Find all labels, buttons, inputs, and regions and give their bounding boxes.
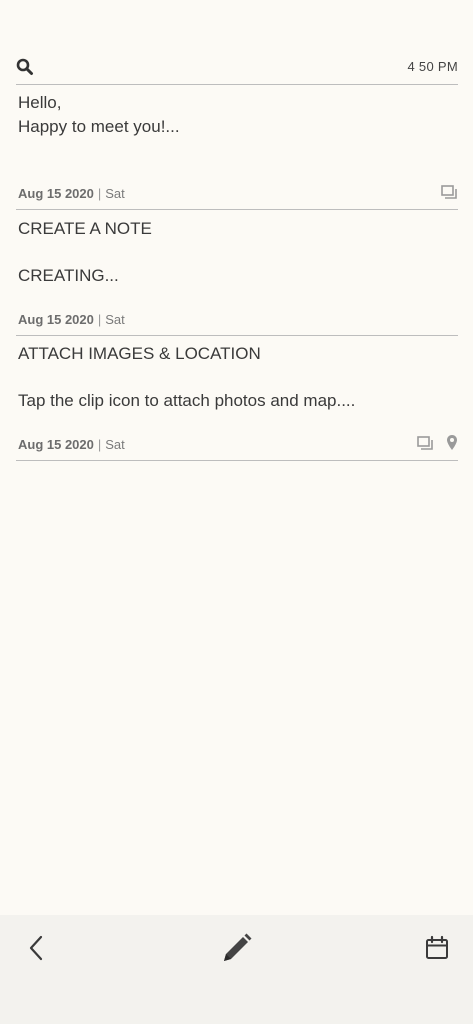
calendar-button[interactable] bbox=[421, 931, 453, 965]
note-preview: ATTACH IMAGES & LOCATION Tap the clip ic… bbox=[18, 342, 458, 413]
note-line: Happy to meet you!... bbox=[18, 117, 180, 136]
note-meta: Aug 15 2020 | Sat bbox=[18, 186, 125, 201]
note-preview: Hello, Happy to meet you!... bbox=[18, 91, 458, 139]
note-line: Hello, bbox=[18, 93, 62, 112]
note-line: CREATING... bbox=[18, 266, 119, 285]
bottom-toolbar bbox=[0, 915, 473, 1024]
status-time: 4 50 PM bbox=[407, 59, 458, 74]
header: 4 50 PM bbox=[16, 54, 458, 85]
search-icon bbox=[16, 58, 33, 75]
pencil-icon bbox=[224, 933, 252, 961]
note-date: Aug 15 2020 bbox=[18, 437, 94, 452]
meta-separator: | bbox=[97, 186, 102, 201]
note-attachment-icons bbox=[417, 434, 458, 451]
note-line: Tap the clip icon to attach photos and m… bbox=[18, 391, 356, 410]
note-item-1[interactable]: Hello, Happy to meet you!... Aug 15 2020… bbox=[16, 85, 458, 210]
meta-separator: | bbox=[97, 312, 102, 327]
note-line bbox=[18, 366, 458, 389]
search-button[interactable] bbox=[16, 58, 34, 76]
location-pin-icon bbox=[447, 435, 457, 450]
note-day: Sat bbox=[105, 437, 125, 452]
note-date: Aug 15 2020 bbox=[18, 186, 94, 201]
back-button[interactable] bbox=[22, 931, 54, 965]
note-item-3[interactable]: ATTACH IMAGES & LOCATION Tap the clip ic… bbox=[16, 336, 458, 461]
note-line: ATTACH IMAGES & LOCATION bbox=[18, 344, 261, 363]
note-line: CREATE A NOTE bbox=[18, 219, 152, 238]
note-date: Aug 15 2020 bbox=[18, 312, 94, 327]
note-attachment-icons bbox=[441, 185, 458, 200]
note-item-2[interactable]: CREATE A NOTE CREATING... Aug 15 2020 | Sa… bbox=[16, 210, 458, 336]
gallery-icon bbox=[441, 185, 457, 199]
note-day: Sat bbox=[105, 312, 125, 327]
note-preview: CREATE A NOTE CREATING... bbox=[18, 217, 458, 288]
gallery-icon bbox=[417, 436, 433, 450]
back-arrow-icon bbox=[29, 935, 43, 961]
calendar-icon bbox=[426, 935, 448, 959]
meta-separator: | bbox=[97, 437, 102, 452]
note-day: Sat bbox=[105, 186, 125, 201]
new-note-button[interactable] bbox=[219, 931, 252, 965]
note-meta: Aug 15 2020 | Sat bbox=[18, 312, 125, 327]
note-meta: Aug 15 2020 | Sat bbox=[18, 437, 125, 452]
note-line bbox=[18, 241, 458, 264]
